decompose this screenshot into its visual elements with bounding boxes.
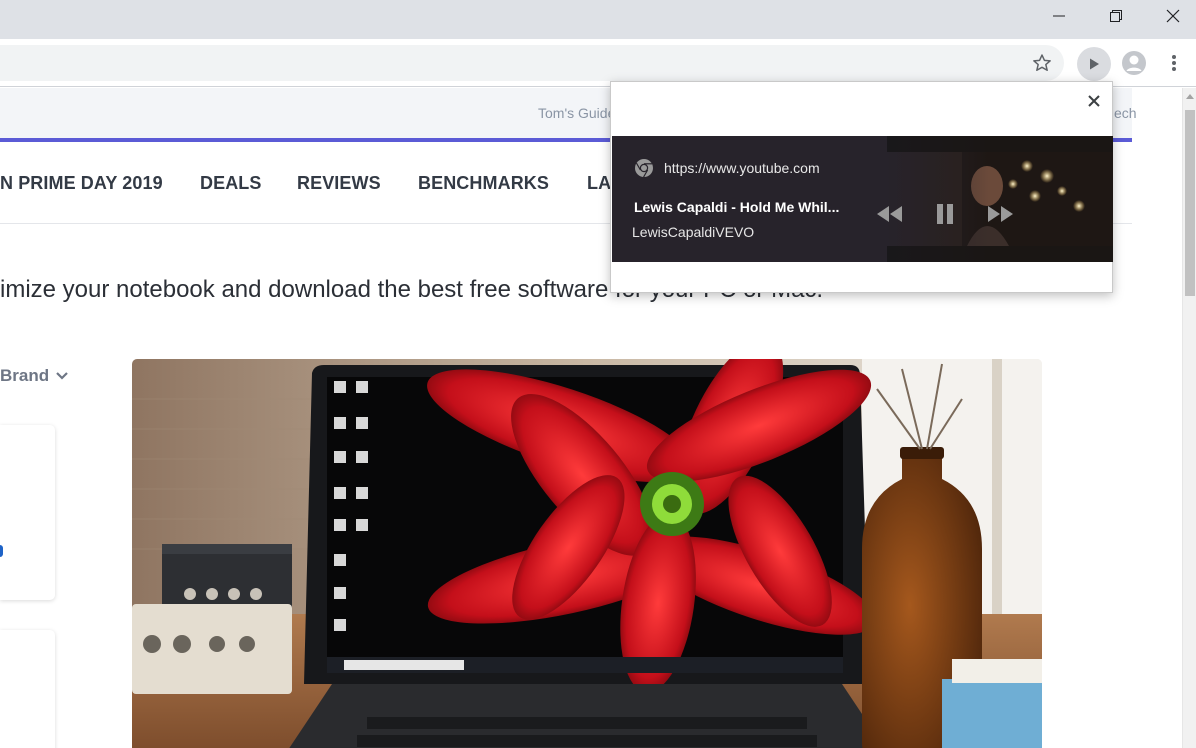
- nav-item-laptops[interactable]: LA: [587, 173, 611, 194]
- media-session-card[interactable]: https://www.youtube.com Lewis Capaldi - …: [612, 136, 1113, 262]
- account-icon: [1122, 51, 1146, 75]
- scroll-up-arrow-icon[interactable]: [1186, 94, 1194, 99]
- nav-item-benchmarks[interactable]: BENCHMARKS: [418, 173, 549, 194]
- browser-toolbar: [0, 39, 1196, 87]
- sidebar-card[interactable]: [0, 425, 55, 600]
- popup-close-button[interactable]: [1083, 90, 1105, 112]
- address-bar[interactable]: [0, 45, 1064, 81]
- site-link-partial[interactable]: ech: [1114, 105, 1137, 121]
- track-title: Lewis Capaldi - Hold Me Whil...: [634, 199, 840, 215]
- media-origin: https://www.youtube.com: [634, 158, 820, 178]
- nav-item-reviews[interactable]: REVIEWS: [297, 173, 381, 194]
- brand-filter-label: Brand: [0, 366, 50, 385]
- previous-track-button[interactable]: [874, 200, 904, 228]
- bookmark-button[interactable]: [1028, 51, 1056, 75]
- media-controls-popup: https://www.youtube.com Lewis Capaldi - …: [610, 81, 1113, 293]
- play-icon: [1090, 58, 1099, 70]
- nav-item-prime-day[interactable]: N PRIME DAY 2019: [0, 173, 163, 194]
- card-accent-mark: [0, 545, 3, 557]
- next-track-button[interactable]: [986, 200, 1016, 228]
- sidebar-card[interactable]: [0, 630, 55, 748]
- chevron-down-icon: [56, 372, 68, 380]
- hero-image: [132, 359, 1042, 748]
- pause-button[interactable]: [932, 200, 958, 228]
- star-outline-icon: [1033, 54, 1051, 71]
- profile-button[interactable]: [1120, 49, 1148, 77]
- previous-track-icon: [877, 206, 902, 222]
- close-icon: [1166, 9, 1180, 23]
- pause-icon: [937, 204, 953, 224]
- scrollbar-thumb[interactable]: [1185, 110, 1195, 296]
- browser-menu-button[interactable]: [1162, 49, 1186, 77]
- chrome-icon: [635, 159, 653, 178]
- kebab-menu-icon: [1172, 55, 1176, 71]
- brand-filter-dropdown[interactable]: Brand: [0, 366, 69, 386]
- restore-button[interactable]: [1087, 0, 1145, 32]
- minimize-icon: [1053, 15, 1065, 17]
- minimize-button[interactable]: [1030, 0, 1088, 32]
- toms-guide-link[interactable]: Tom's Guide: [538, 105, 615, 121]
- nav-item-deals[interactable]: DEALS: [200, 173, 262, 194]
- close-icon: [1088, 95, 1100, 107]
- page-scrollbar[interactable]: [1182, 88, 1196, 748]
- browser-titlebar: [0, 0, 1196, 39]
- media-controls-button[interactable]: [1077, 47, 1111, 81]
- track-artist: LewisCapaldiVEVO: [632, 224, 755, 240]
- restore-icon: [1110, 10, 1122, 22]
- close-window-button[interactable]: [1144, 0, 1196, 32]
- media-origin-url: https://www.youtube.com: [664, 160, 820, 176]
- next-track-icon: [988, 206, 1013, 222]
- artwork-image: [887, 136, 1113, 262]
